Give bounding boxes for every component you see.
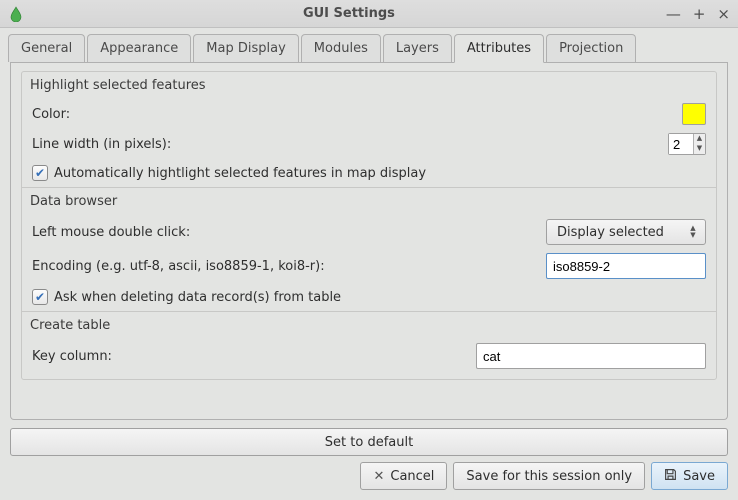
leftclick-label: Left mouse double click: [32, 225, 190, 240]
tab-general[interactable]: General [8, 34, 85, 62]
auto-highlight-label: Automatically hightlight selected featur… [54, 166, 426, 181]
save-button[interactable]: Save [651, 462, 728, 490]
group-highlight-title: Highlight selected features [22, 72, 716, 99]
ask-delete-checkbox[interactable]: ✔ [32, 289, 48, 305]
close-button[interactable]: × [717, 5, 730, 23]
tab-projection[interactable]: Projection [546, 34, 636, 62]
close-icon: ✕ [373, 469, 384, 484]
tab-attributes[interactable]: Attributes [454, 34, 544, 63]
app-icon [8, 6, 24, 22]
color-swatch[interactable] [682, 103, 706, 125]
leftclick-dropdown[interactable]: Display selected ▲▼ [546, 219, 706, 245]
tab-bar: General Appearance Map Display Modules L… [0, 28, 738, 62]
auto-highlight-checkbox[interactable]: ✔ [32, 165, 48, 181]
window-title: GUI Settings [32, 6, 666, 21]
group-databrowser-title: Data browser [22, 188, 716, 215]
leftclick-value: Display selected [557, 225, 687, 240]
linewidth-label: Line width (in pixels): [32, 137, 171, 152]
titlebar: GUI Settings — + × [0, 0, 738, 28]
save-icon [664, 468, 677, 485]
spinner-up-icon[interactable]: ▲ [694, 134, 705, 144]
chevron-updown-icon: ▲▼ [687, 225, 699, 239]
save-session-button[interactable]: Save for this session only [453, 462, 645, 490]
linewidth-input[interactable] [669, 134, 693, 154]
minimize-button[interactable]: — [666, 5, 681, 23]
tab-modules[interactable]: Modules [301, 34, 381, 62]
tab-map-display[interactable]: Map Display [193, 34, 299, 62]
keycolumn-label: Key column: [32, 349, 112, 364]
ask-delete-label: Ask when deleting data record(s) from ta… [54, 290, 341, 305]
linewidth-spinner[interactable]: ▲ ▼ [668, 133, 706, 155]
encoding-input[interactable] [546, 253, 706, 279]
encoding-label: Encoding (e.g. utf-8, ascii, iso8859-1, … [32, 259, 325, 274]
group-createtable-title: Create table [22, 312, 716, 339]
attributes-panel: Highlight selected features Color: Line … [10, 63, 728, 420]
keycolumn-input[interactable] [476, 343, 706, 369]
set-default-button[interactable]: Set to default [10, 428, 728, 456]
spinner-down-icon[interactable]: ▼ [694, 144, 705, 154]
tab-appearance[interactable]: Appearance [87, 34, 191, 62]
cancel-button[interactable]: ✕ Cancel [360, 462, 447, 490]
color-label: Color: [32, 107, 70, 122]
tab-layers[interactable]: Layers [383, 34, 452, 62]
maximize-button[interactable]: + [693, 5, 706, 23]
